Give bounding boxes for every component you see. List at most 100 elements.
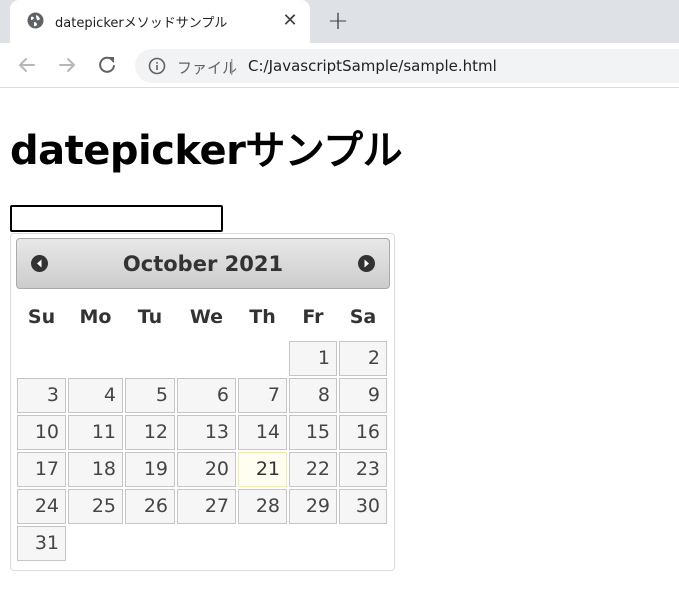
calendar-day-today[interactable]: 21 xyxy=(238,452,287,487)
calendar-cell xyxy=(67,340,124,377)
calendar-day[interactable]: 11 xyxy=(68,415,123,450)
tab-title: datepickerメソッドサンプル xyxy=(55,16,228,31)
calendar-cell: 26 xyxy=(124,488,176,525)
datepicker-calendar: October 2021 Su Mo Tu We Th Fr Sa 123456… xyxy=(10,233,395,571)
weekday-header: Th xyxy=(249,306,276,328)
calendar-cell: 21 xyxy=(237,451,288,488)
calendar-cell xyxy=(176,340,237,377)
year-label: 2021 xyxy=(224,252,284,276)
calendar-cell: 9 xyxy=(338,377,388,414)
weekday-header: We xyxy=(189,306,224,328)
calendar-cell: 10 xyxy=(16,414,67,451)
browser-toolbar: ファイル | C:/JavascriptSample/sample.html xyxy=(0,43,679,88)
calendar-day[interactable]: 2 xyxy=(339,341,387,376)
calendar-day[interactable]: 19 xyxy=(125,452,175,487)
calendar-day[interactable]: 7 xyxy=(238,378,287,413)
calendar-day[interactable]: 1 xyxy=(289,341,337,376)
calendar-week-row: 31 xyxy=(16,525,388,562)
calendar-day[interactable]: 16 xyxy=(339,415,387,450)
calendar-day[interactable]: 12 xyxy=(125,415,175,450)
scheme-label: ファイル xyxy=(177,59,238,77)
calendar-cell: 27 xyxy=(176,488,237,525)
calendar-day[interactable]: 6 xyxy=(177,378,236,413)
calendar-week-row: 24 25 26 27 28 29 30 xyxy=(16,488,388,525)
calendar-cell xyxy=(288,525,338,562)
calendar-cell: 20 xyxy=(176,451,237,488)
datepicker-header: October 2021 xyxy=(16,238,390,289)
calendar-cell xyxy=(124,340,176,377)
calendar-cell: 14 xyxy=(237,414,288,451)
calendar-day[interactable]: 20 xyxy=(177,452,236,487)
calendar-day[interactable]: 9 xyxy=(339,378,387,413)
page-title: datepickerサンプル xyxy=(10,128,403,174)
next-month-icon[interactable] xyxy=(358,255,375,272)
calendar-cell xyxy=(124,525,176,562)
calendar-cell: 30 xyxy=(338,488,388,525)
calendar-grid: Su Mo Tu We Th Fr Sa 1 2 3 4 5 6 7 8 9 10 11 12 13 14… xyxy=(16,294,388,562)
calendar-week-row: 3456789 xyxy=(16,377,388,414)
calendar-cell: 6 xyxy=(176,377,237,414)
address-bar[interactable]: ファイル | C:/JavascriptSample/sample.html xyxy=(135,49,679,83)
info-icon[interactable] xyxy=(148,57,166,75)
calendar-body: 1 2 3 4 5 6 7 8 9 10 11 12 13 14 15 16 17 18 19 20 21 22 23 24 2… xyxy=(16,340,388,562)
calendar-cell xyxy=(16,340,67,377)
calendar-cell: 2 xyxy=(338,340,388,377)
calendar-cell: 31 xyxy=(16,525,67,562)
calendar-cell: 11 xyxy=(67,414,124,451)
calendar-day[interactable]: 28 xyxy=(238,489,287,524)
calendar-day[interactable]: 5 xyxy=(125,378,175,413)
calendar-day[interactable]: 8 xyxy=(289,378,337,413)
forward-arrow-icon[interactable] xyxy=(54,52,80,78)
calendar-day[interactable]: 13 xyxy=(177,415,236,450)
weekday-header-row: Su Mo Tu We Th Fr Sa xyxy=(16,294,388,340)
calendar-day[interactable]: 22 xyxy=(289,452,337,487)
weekday-header: Su xyxy=(27,306,56,328)
calendar-day[interactable]: 14 xyxy=(238,415,287,450)
back-arrow-icon[interactable] xyxy=(14,52,40,78)
calendar-cell xyxy=(176,525,237,562)
calendar-day[interactable]: 30 xyxy=(339,489,387,524)
close-tab-icon[interactable]: ✕ xyxy=(280,11,300,31)
calendar-day[interactable]: 3 xyxy=(17,378,66,413)
calendar-cell: 19 xyxy=(124,451,176,488)
datepicker-title: October 2021 xyxy=(17,252,389,276)
browser-tab[interactable]: datepickerメソッドサンプル ✕ xyxy=(10,0,310,43)
calendar-cell: 5 xyxy=(124,377,176,414)
calendar-cell: 29 xyxy=(288,488,338,525)
calendar-cell: 3 xyxy=(16,377,67,414)
weekday-header: Mo xyxy=(79,306,112,328)
calendar-day[interactable]: 4 xyxy=(68,378,123,413)
calendar-cell: 23 xyxy=(338,451,388,488)
calendar-week-row: 17 18 19 20 21 22 23 xyxy=(16,451,388,488)
month-label: October xyxy=(122,252,218,276)
calendar-cell: 12 xyxy=(124,414,176,451)
tab-strip: datepickerメソッドサンプル ✕ + xyxy=(0,0,679,43)
reload-icon[interactable] xyxy=(94,52,120,78)
calendar-cell xyxy=(67,525,124,562)
calendar-day[interactable]: 29 xyxy=(289,489,337,524)
calendar-day[interactable]: 17 xyxy=(17,452,66,487)
calendar-day[interactable]: 26 xyxy=(125,489,175,524)
calendar-day[interactable]: 27 xyxy=(177,489,236,524)
calendar-week-row: 12 xyxy=(16,340,388,377)
calendar-cell: 4 xyxy=(67,377,124,414)
calendar-day[interactable]: 25 xyxy=(68,489,123,524)
calendar-cell: 25 xyxy=(67,488,124,525)
calendar-day[interactable]: 10 xyxy=(17,415,66,450)
calendar-day[interactable]: 15 xyxy=(289,415,337,450)
calendar-day[interactable]: 24 xyxy=(17,489,66,524)
calendar-day[interactable]: 18 xyxy=(68,452,123,487)
calendar-cell: 18 xyxy=(67,451,124,488)
calendar-cell: 28 xyxy=(237,488,288,525)
globe-icon xyxy=(27,12,44,29)
calendar-cell: 13 xyxy=(176,414,237,451)
new-tab-button[interactable]: + xyxy=(325,8,351,35)
calendar-week-row: 10 11 12 13 14 15 16 xyxy=(16,414,388,451)
weekday-header: Sa xyxy=(349,306,377,328)
address-url[interactable]: C:/JavascriptSample/sample.html xyxy=(248,57,497,75)
calendar-day[interactable]: 23 xyxy=(339,452,387,487)
calendar-day[interactable]: 31 xyxy=(17,526,66,561)
calendar-cell: 1 xyxy=(288,340,338,377)
date-input[interactable] xyxy=(10,205,223,232)
calendar-cell: 16 xyxy=(338,414,388,451)
